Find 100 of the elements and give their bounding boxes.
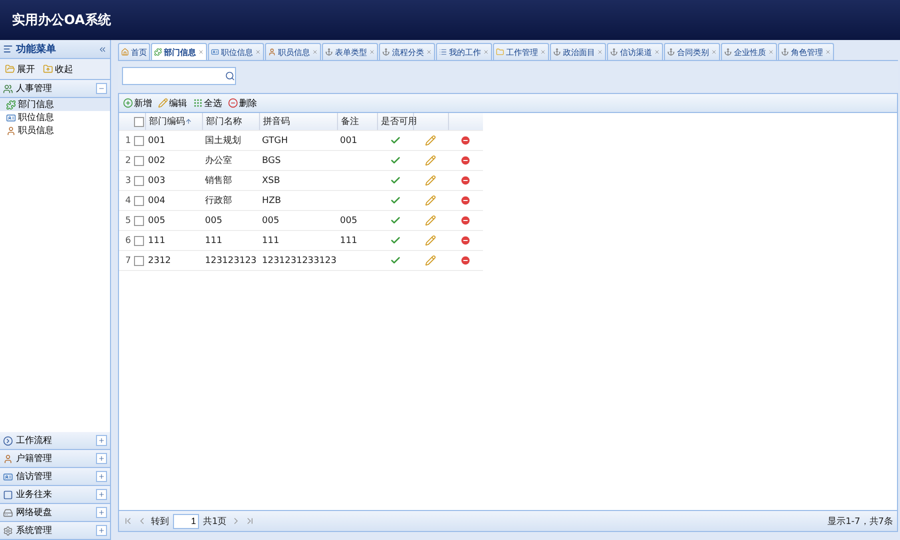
row-number: 4 <box>124 196 131 206</box>
close-icon[interactable] <box>825 49 831 55</box>
expand-icon[interactable] <box>96 507 107 518</box>
tab[interactable]: 企业性质 <box>721 43 777 60</box>
expand-icon[interactable] <box>96 471 107 482</box>
column-header[interactable]: 备注 <box>337 113 377 130</box>
puzzle-icon <box>154 48 162 56</box>
menu-item[interactable]: 职员信息 <box>0 124 110 137</box>
expand-icon[interactable] <box>96 525 107 536</box>
menu-group-header[interactable]: 系统管理 <box>0 522 110 540</box>
tab[interactable]: 部门信息 <box>151 43 207 60</box>
expand-icon[interactable] <box>96 435 107 446</box>
toolbar-button[interactable]: 全选 <box>193 96 222 110</box>
menu-icon <box>3 44 13 54</box>
collapse-sidebar-icon[interactable] <box>98 44 107 54</box>
delete-icon[interactable] <box>460 215 471 226</box>
edit-icon[interactable] <box>425 135 436 146</box>
column-header[interactable]: 拼音码 <box>259 113 337 130</box>
checkbox[interactable] <box>134 116 144 126</box>
table-cell-text: 004 <box>147 194 166 208</box>
close-icon[interactable] <box>255 49 261 55</box>
tab[interactable]: 职员信息 <box>265 43 321 60</box>
table-cell-text: 005 <box>147 214 166 228</box>
expand-icon[interactable] <box>96 489 107 500</box>
edit-icon[interactable] <box>425 175 436 186</box>
checkbox[interactable] <box>134 256 144 266</box>
menu-group-header[interactable]: 业务往来 <box>0 486 110 504</box>
card-icon <box>6 112 16 122</box>
tab[interactable]: 合同类别 <box>664 43 720 60</box>
tab[interactable]: 角色管理 <box>778 43 834 60</box>
anchor-icon <box>325 48 333 56</box>
menu-group-header[interactable]: 信访管理 <box>0 468 110 486</box>
anchor-icon <box>382 48 390 56</box>
menu-action-button[interactable]: 展开 <box>3 62 37 76</box>
table-cell-text: 123123123 <box>204 254 258 268</box>
delete-icon[interactable] <box>460 155 471 166</box>
expand-icon[interactable] <box>96 453 107 464</box>
edit-icon[interactable] <box>425 235 436 246</box>
close-icon[interactable] <box>198 49 204 55</box>
square-icon <box>3 490 13 500</box>
close-icon[interactable] <box>540 49 546 55</box>
edit-icon[interactable] <box>425 155 436 166</box>
anchor-icon <box>667 48 675 56</box>
checkbox[interactable] <box>134 196 144 206</box>
toolbar-button[interactable]: 新增 <box>123 96 152 110</box>
card-icon <box>3 472 13 482</box>
toolbar-button[interactable]: 编辑 <box>158 96 187 110</box>
menu-item[interactable]: 部门信息 <box>0 98 110 111</box>
toolbar-button[interactable]: 删除 <box>228 96 257 110</box>
close-icon[interactable] <box>483 49 489 55</box>
tab[interactable]: 工作管理 <box>493 43 549 60</box>
close-icon[interactable] <box>369 49 375 55</box>
search-field[interactable] <box>122 67 236 85</box>
checkbox[interactable] <box>134 136 144 146</box>
table-cell-text: 005 <box>339 214 358 228</box>
tab[interactable]: 我的工作 <box>436 43 492 60</box>
column-header[interactable]: 部门编码 <box>145 113 202 130</box>
delete-icon[interactable] <box>460 195 471 206</box>
gear-icon <box>3 526 13 536</box>
checkbox[interactable] <box>134 176 144 186</box>
anchor-icon <box>724 48 732 56</box>
checkbox[interactable] <box>134 216 144 226</box>
delete-icon[interactable] <box>460 255 471 266</box>
edit-icon[interactable] <box>425 195 436 206</box>
close-icon[interactable] <box>711 49 717 55</box>
collapse-icon[interactable] <box>96 83 107 94</box>
close-icon[interactable] <box>312 49 318 55</box>
table-cell-text: 003 <box>147 174 166 188</box>
tab[interactable]: 职位信息 <box>208 43 264 60</box>
close-icon[interactable] <box>426 49 432 55</box>
delete-icon[interactable] <box>460 135 471 146</box>
checkbox[interactable] <box>134 156 144 166</box>
last-page-icon[interactable] <box>244 516 255 526</box>
table-cell-text: 111 <box>204 234 224 248</box>
checkbox[interactable] <box>134 236 144 246</box>
tab[interactable]: 表单类型 <box>322 43 378 60</box>
menu-group-header[interactable]: 网络硬盘 <box>0 504 110 522</box>
tab[interactable]: 信访渠道 <box>607 43 663 60</box>
tab[interactable]: 首页 <box>118 43 150 60</box>
column-header[interactable]: 部门名称 <box>202 113 259 130</box>
tab[interactable]: 流程分类 <box>379 43 435 60</box>
close-icon[interactable] <box>768 49 774 55</box>
menu-group-header[interactable]: 户籍管理 <box>0 450 110 468</box>
edit-icon[interactable] <box>425 255 436 266</box>
tab[interactable]: 政治面目 <box>550 43 606 60</box>
page-input[interactable]: 1 <box>173 514 199 528</box>
page-count: 共1页 <box>203 516 227 528</box>
delete-icon[interactable] <box>460 235 471 246</box>
menu-item[interactable]: 职位信息 <box>0 111 110 124</box>
menu-group-header[interactable]: 人事管理 <box>0 80 110 98</box>
edit-icon[interactable] <box>425 215 436 226</box>
menu-group-header[interactable]: 工作流程 <box>0 432 110 450</box>
first-page-icon[interactable] <box>123 516 133 526</box>
search-icon[interactable] <box>225 71 235 81</box>
delete-icon[interactable] <box>460 175 471 186</box>
row-number: 3 <box>124 176 131 186</box>
close-icon[interactable] <box>654 49 660 55</box>
close-icon[interactable] <box>597 49 603 55</box>
menu-action-button[interactable]: 收起 <box>41 62 75 76</box>
goto-label: 转到 <box>151 516 169 528</box>
